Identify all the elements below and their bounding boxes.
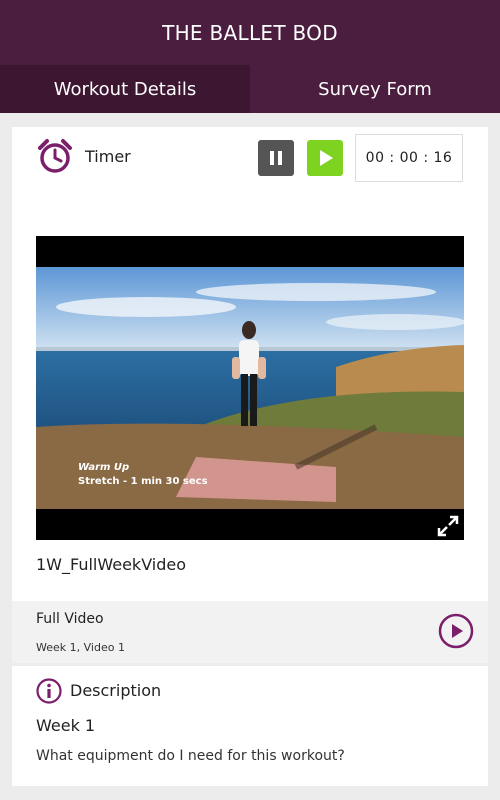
- video-overlay-title: Warm Up: [78, 462, 129, 473]
- pause-button[interactable]: [258, 140, 294, 176]
- list-item-meta: Week 1, Video 1: [36, 641, 125, 654]
- fullscreen-icon[interactable]: [436, 514, 460, 538]
- timer-row: Timer 00 : 00 : 16: [36, 134, 464, 182]
- app-header: THE BALLET BOD: [0, 0, 500, 65]
- pause-icon: [270, 151, 274, 165]
- tab-workout-details[interactable]: Workout Details: [0, 65, 250, 113]
- video-frame: Warm Up Stretch - 1 min 30 secs: [36, 267, 464, 509]
- video-title: 1W_FullWeekVideo: [36, 555, 187, 574]
- video-list-item[interactable]: Full Video Week 1, Video 1: [12, 601, 488, 663]
- tab-survey-form[interactable]: Survey Form: [250, 65, 500, 113]
- workout-card: Timer 00 : 00 : 16 Warm Up Stretch - 1 m…: [12, 127, 488, 663]
- timer-label: Timer: [85, 147, 131, 166]
- timer-display: 00 : 00 : 16: [355, 134, 463, 182]
- description-week: Week 1: [36, 716, 96, 735]
- list-item-title: Full Video: [36, 611, 104, 627]
- play-circle-icon[interactable]: [438, 613, 474, 649]
- tab-bar: Workout Details Survey Form: [0, 65, 500, 113]
- video-overlay-subtitle: Stretch - 1 min 30 secs: [78, 476, 208, 487]
- info-icon: [36, 678, 62, 704]
- play-button[interactable]: [307, 140, 343, 176]
- description-label: Description: [70, 681, 162, 700]
- app-title: THE BALLET BOD: [162, 20, 338, 45]
- alarm-clock-icon: [38, 139, 72, 173]
- video-player[interactable]: Warm Up Stretch - 1 min 30 secs: [36, 236, 464, 540]
- description-question: What equipment do I need for this workou…: [36, 748, 345, 764]
- play-icon: [320, 150, 333, 166]
- description-card: Description Week 1 What equipment do I n…: [12, 666, 488, 786]
